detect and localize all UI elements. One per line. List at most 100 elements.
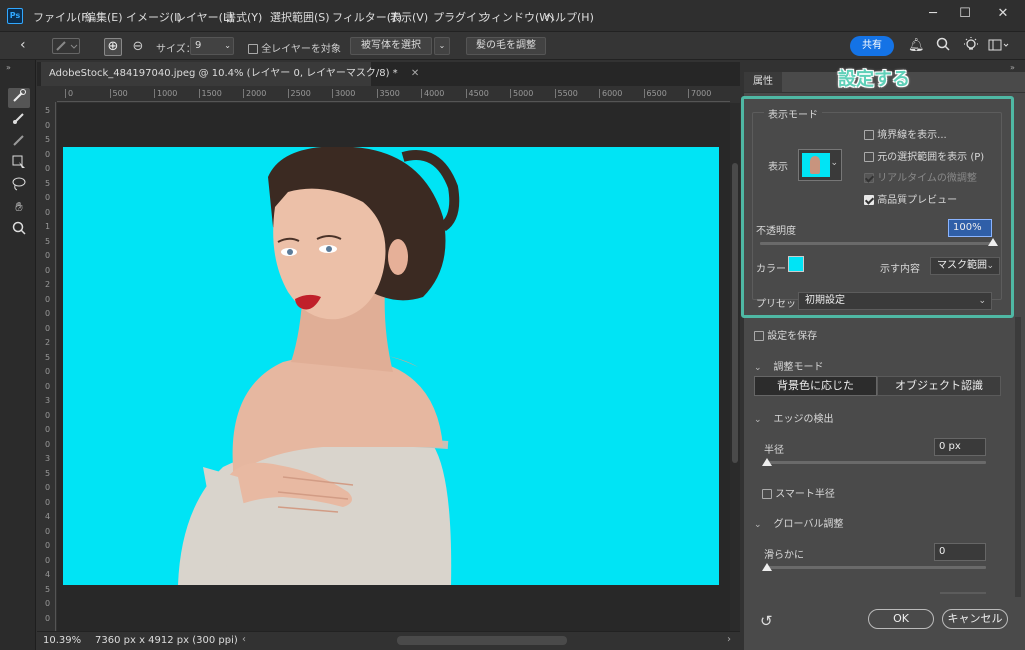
show-original-checkbox[interactable]: 元の選択範囲を表示 (P) <box>864 148 984 163</box>
scroll-thumb[interactable] <box>732 163 738 463</box>
ruler-tick-label: 5 <box>45 584 51 594</box>
smart-radius-checkbox[interactable]: スマート半径 <box>762 485 835 500</box>
select-subject-button[interactable]: 被写体を選択 <box>350 37 432 55</box>
collapse-panel-icon[interactable]: » <box>1010 63 1015 72</box>
smooth-input[interactable]: 0 <box>934 543 986 561</box>
ruler-tick-label: 0 <box>45 193 51 202</box>
smooth-slider-thumb[interactable] <box>762 563 772 571</box>
menu-select[interactable]: 選択範囲(S) <box>270 9 330 25</box>
status-menu-icon[interactable]: › <box>227 634 231 645</box>
radius-slider[interactable] <box>766 461 986 464</box>
menu-help[interactable]: ヘルプ(H) <box>544 9 594 25</box>
refine-edge-brush-icon[interactable] <box>8 88 30 108</box>
smart-radius-label: スマート半径 <box>775 489 835 500</box>
workspace-icon[interactable] <box>988 38 1010 55</box>
horizontal-scrollbar[interactable] <box>397 636 567 645</box>
tools-panel: » ✋︎ <box>0 60 36 650</box>
high-quality-preview-checkbox[interactable]: 高品質プレビュー <box>864 191 957 206</box>
view-mode-picker[interactable]: ⌄ <box>798 149 842 181</box>
view-label: 表示 <box>768 162 788 173</box>
size-input[interactable]: 9 ⌄ <box>190 37 234 55</box>
show-edge-checkbox[interactable]: 境界線を表示... <box>864 126 947 141</box>
document-info[interactable]: 7360 px x 4912 px (300 ppi) <box>95 635 238 646</box>
refine-hair-button[interactable]: 髪の毛を調整 <box>466 37 546 55</box>
ruler-tick-label: 0 <box>45 251 51 260</box>
vertical-scrollbar[interactable] <box>730 103 740 631</box>
brush-tool-icon[interactable] <box>8 110 30 130</box>
chevron-down-icon: ⌄ <box>978 296 986 306</box>
radius-slider-thumb[interactable] <box>762 458 772 466</box>
preset-select[interactable]: 初期設定 ⌄ <box>798 292 992 310</box>
ruler-tick-label: 6000 <box>599 89 622 98</box>
checkbox-icon <box>762 489 772 499</box>
cancel-button[interactable]: キャンセル <box>942 609 1008 629</box>
lightbulb-icon[interactable] <box>962 36 980 57</box>
menu-view[interactable]: 表示(V) <box>390 9 428 25</box>
zoom-level[interactable]: 10.39% <box>43 635 81 646</box>
show-content-label: 示す内容 <box>880 264 920 275</box>
preset-value: 初期設定 <box>805 295 845 306</box>
document-tab[interactable]: AdobeStock_484197040.jpeg @ 10.4% (レイヤー … <box>41 62 419 86</box>
ruler-tick-label: 4500 <box>465 89 489 98</box>
hand-tool-icon[interactable]: ✋︎ <box>8 198 30 218</box>
scroll-left-icon[interactable]: ‹ <box>242 634 246 645</box>
select-subject-dropdown[interactable]: ⌄ <box>434 37 450 55</box>
ruler-tick-label: 5 <box>45 236 51 246</box>
global-refinements-section[interactable]: ⌄ グローバル調整 <box>754 515 843 530</box>
bell-icon[interactable]: 🔔︎ <box>908 38 925 53</box>
document-image[interactable] <box>63 147 719 585</box>
radius-input[interactable]: 0 px <box>934 438 986 456</box>
checkbox-icon <box>864 173 874 183</box>
ruler-tick-label: 0 <box>45 526 51 536</box>
ok-button[interactable]: OK <box>868 609 934 629</box>
menu-edit[interactable]: 編集(E) <box>85 9 123 25</box>
opacity-input[interactable]: 100% <box>948 219 992 237</box>
ruler-tick-label: 0 <box>45 381 51 391</box>
maximize-button[interactable]: ☐ <box>950 5 980 23</box>
ruler-tick-label: 3500 <box>376 89 400 98</box>
menu-type[interactable]: 書式(Y) <box>225 9 262 25</box>
panel-scrollbar[interactable] <box>1015 317 1021 597</box>
horizontal-ruler: 0 500 1000 1500 2000 2500 3000 3500 4000 4500 5000… <box>57 88 730 102</box>
ruler-tick-label: 4 <box>45 512 51 521</box>
edge-detection-heading: エッジの検出 <box>773 414 834 425</box>
tab-properties[interactable]: 属性 <box>744 72 782 92</box>
subtract-from-selection-icon[interactable]: ⊖ <box>129 38 147 56</box>
opacity-slider-thumb[interactable] <box>988 238 998 246</box>
collapse-icon[interactable]: » <box>6 63 11 72</box>
brush-preset-picker[interactable] <box>52 38 80 54</box>
global-refinements-heading: グローバル調整 <box>773 519 844 530</box>
close-tab-icon[interactable]: ✕ <box>411 68 419 79</box>
edge-detection-section[interactable]: ⌄ エッジの検出 <box>754 410 834 425</box>
share-button[interactable]: 共有 <box>850 36 894 56</box>
search-icon[interactable] <box>935 36 951 55</box>
ruler-tick-label: 5000 <box>510 89 533 98</box>
opacity-slider[interactable] <box>760 242 992 245</box>
ruler-tick-label: 1500 <box>198 89 222 98</box>
ruler-tick-label: 0 <box>45 613 51 623</box>
menu-image[interactable]: イメージ(I) <box>126 9 182 25</box>
ruler-tick-label: 0 <box>45 497 51 507</box>
object-aware-button[interactable]: オブジェクト認識 <box>877 376 1001 396</box>
overlay-color-swatch[interactable] <box>788 256 804 272</box>
lasso-tool-icon[interactable] <box>8 176 30 196</box>
smooth-slider[interactable] <box>766 566 986 569</box>
remember-settings-checkbox[interactable]: 設定を保存 <box>754 327 817 342</box>
reset-icon[interactable]: ↺ <box>760 612 773 630</box>
color-aware-button[interactable]: 背景色に応じた <box>754 376 877 396</box>
ruler-tick-label: 5 <box>45 135 51 144</box>
add-to-selection-icon[interactable]: ⊕ <box>104 38 122 56</box>
back-arrow-icon[interactable]: ‹ <box>20 37 26 53</box>
realtime-refinement-checkbox[interactable]: リアルタイムの微調整 <box>864 169 977 184</box>
refine-mode-section[interactable]: ⌄ 調整モード <box>754 358 824 373</box>
scroll-right-icon[interactable]: › <box>727 634 731 645</box>
minimize-button[interactable]: ─ <box>918 5 948 23</box>
object-selection-icon[interactable] <box>8 132 30 152</box>
sample-all-layers-checkbox[interactable]: 全レイヤーを対象 <box>248 40 341 55</box>
object-selection-tool-icon[interactable] <box>8 154 30 174</box>
close-button[interactable]: ✕ <box>988 5 1018 23</box>
zoom-tool-icon[interactable] <box>8 220 30 240</box>
ruler-tick-label: 0 <box>45 541 51 550</box>
menu-file[interactable]: ファイル(F) <box>33 9 92 25</box>
show-content-select[interactable]: マスク範囲 ⌄ <box>930 257 1000 275</box>
